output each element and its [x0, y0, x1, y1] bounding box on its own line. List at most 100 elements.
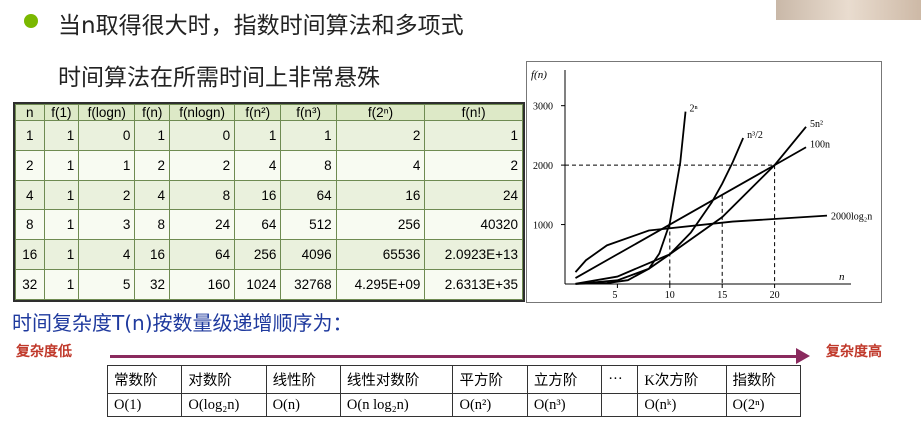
series-line [575, 111, 687, 285]
table-cell: 1 [43, 239, 80, 271]
x-tick-label: 15 [717, 290, 727, 301]
table-row: 16 1 4 16 64 256 4096 65536 2.0923E+13 [15, 239, 523, 271]
table-cell: 1 [43, 269, 80, 300]
table-row: 4 1 2 4 8 16 64 16 24 [15, 179, 523, 211]
header-fnlogn: f(nlogn) [169, 104, 236, 121]
order-name-cell: 指数阶 [725, 364, 802, 395]
table-cell: 4 [134, 179, 171, 211]
order-name-cell: 线性阶 [265, 364, 341, 395]
x-axis-label: n [839, 271, 845, 283]
x-tick-label: 5 [612, 290, 617, 301]
table-cell: 1 [78, 149, 136, 181]
table-cell: 160 [169, 269, 236, 300]
table-cell: 4 [335, 149, 426, 181]
growth-table: n f(1) f(logn) f(n) f(nlogn) f(n²) f(n³)… [13, 102, 525, 302]
table-cell: 2 [78, 179, 136, 211]
order-arrow-head [796, 348, 810, 364]
table-cell: 65536 [335, 239, 426, 271]
series-label: 2000log₂n [831, 212, 872, 223]
table-cell: 1 [280, 120, 337, 151]
low-complexity-label: 复杂度低 [16, 344, 72, 360]
header-flogn: f(logn) [78, 104, 136, 121]
table-cell: 1 [43, 149, 80, 181]
order-name-cell: 立方阶 [526, 364, 603, 395]
series-label: 5n² [810, 119, 823, 130]
header-fn3: f(n³) [280, 104, 337, 121]
series-line [575, 146, 807, 279]
slide-line-1: 当n取得很大时，指数时间算法和多项式 [58, 13, 464, 39]
table-cell: 256 [335, 209, 426, 241]
order-name-cell: 平方阶 [452, 364, 528, 395]
table-cell: 256 [234, 239, 282, 271]
table-cell: 1 [43, 179, 80, 211]
table-cell: 16 [335, 179, 426, 211]
table-cell: 4096 [280, 239, 337, 271]
table-row: 32 1 5 32 160 1024 32768 4.295E+09 2.6313E+35 [15, 269, 523, 300]
series-line [575, 126, 807, 285]
table-cell: 2 [169, 149, 236, 181]
table-cell: 1 [234, 120, 282, 151]
bullet-dot [24, 14, 38, 28]
table-cell: 1 [424, 120, 523, 151]
table-cell: 2 [424, 149, 523, 181]
order-notation-cell: O(1) [106, 393, 183, 417]
y-axis-label: f(n) [531, 69, 547, 81]
x-tick-label: 10 [665, 290, 675, 301]
order-notation-cell: O(n²) [452, 393, 528, 417]
x-tick-label: 20 [770, 290, 780, 301]
growth-chart: f(n) n 5 10 15 20 1000 2000 3000 2ⁿ n³/2 5n² 100n 200… [526, 61, 882, 303]
table-cell: 1024 [234, 269, 282, 300]
order-notation-cell: O(n) [265, 393, 341, 417]
table-cell: 32 [134, 269, 171, 300]
table-cell: 4 [78, 239, 136, 271]
table-cell: 8 [15, 209, 45, 241]
header-f1: f(1) [43, 104, 80, 121]
table-cell: 8 [169, 179, 236, 211]
table-cell: 24 [424, 179, 523, 211]
table-row: 211224842 [15, 149, 523, 181]
table-cell: 1 [134, 120, 171, 151]
y-tick-label: 1000 [533, 221, 553, 232]
order-name-cell: 线性对数阶 [339, 364, 454, 395]
table-cell: 1 [43, 120, 80, 151]
table-cell: 3 [78, 209, 136, 241]
order-notation-cell: O(nᵏ) [637, 393, 727, 417]
order-name-cell: 对数阶 [181, 364, 267, 395]
table-cell: 2 [335, 120, 426, 151]
table-cell: 8 [280, 149, 337, 181]
order-name-cell: 常数阶 [106, 364, 183, 395]
header-fn: f(n) [134, 104, 171, 121]
table-cell: 8 [134, 209, 171, 241]
table-cell: 64 [234, 209, 282, 241]
header-fnfact: f(n!) [424, 104, 523, 121]
table-cell: 1 [15, 120, 45, 151]
table-cell: 4 [15, 179, 45, 211]
table-cell: 4 [234, 149, 282, 181]
table-cell: 32768 [280, 269, 337, 300]
order-notation-cell: O(n³) [526, 393, 603, 417]
order-notation-cell [601, 393, 639, 417]
table-cell: 24 [169, 209, 236, 241]
table-cell: 40320 [424, 209, 523, 241]
order-name-cell: ··· [601, 364, 639, 395]
table-cell: 0 [169, 120, 236, 151]
series-label: n³/2 [747, 130, 763, 141]
table-cell: 512 [280, 209, 337, 241]
order-name-cell: K次方阶 [637, 364, 727, 395]
table-cell: 2.0923E+13 [424, 239, 523, 271]
order-table: 常数阶 对数阶 线性阶 线性对数阶 平方阶 立方阶 ··· K次方阶 指数阶 O(1) O(log… [106, 364, 802, 417]
table-cell: 16 [134, 239, 171, 271]
presenter-webcam [776, 0, 921, 20]
table-cell: 2 [15, 149, 45, 181]
table-cell: 32 [15, 269, 45, 300]
high-complexity-label: 复杂度高 [826, 344, 882, 360]
table-row: 110101121 [15, 120, 523, 151]
order-arrow-line [110, 355, 798, 358]
table-cell: 4.295E+09 [335, 269, 426, 300]
series-label: 100n [810, 139, 830, 150]
table-cell: 16 [15, 239, 45, 271]
order-notation-cell: O(2ⁿ) [725, 393, 802, 417]
y-tick-label: 3000 [533, 102, 553, 113]
series-line [574, 214, 828, 273]
series-line [575, 137, 744, 285]
